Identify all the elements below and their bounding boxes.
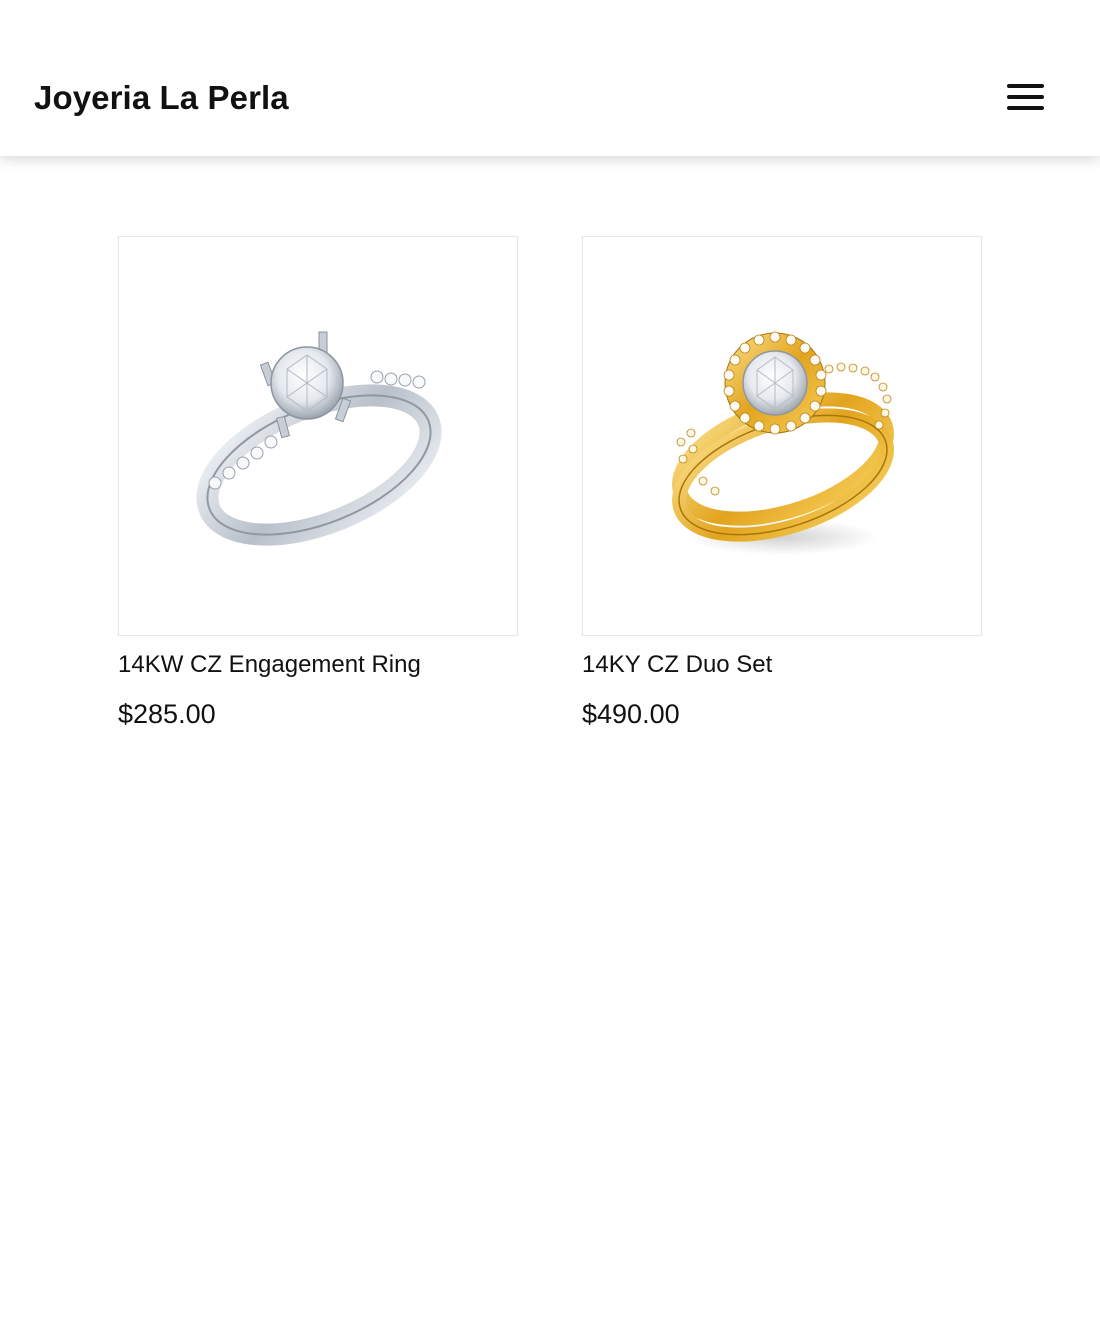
- product-image-yellow-gold-duo-set[interactable]: [582, 236, 982, 636]
- product-card[interactable]: 14KW CZ Engagement Ring $285.00: [118, 236, 518, 730]
- menu-bar-middle: [1007, 95, 1044, 99]
- product-name[interactable]: 14KW CZ Engagement Ring: [118, 650, 518, 680]
- product-name[interactable]: 14KY CZ Duo Set: [582, 650, 982, 680]
- hamburger-menu-icon[interactable]: [1004, 82, 1048, 114]
- product-price: $490.00: [582, 699, 680, 729]
- site-header: Joyeria La Perla: [0, 0, 1100, 156]
- brand-title[interactable]: Joyeria La Perla: [34, 78, 289, 118]
- white-gold-ring-image: [196, 331, 442, 546]
- menu-bar-bottom: [1007, 106, 1044, 110]
- yellow-gold-duo-set-image: [672, 331, 894, 555]
- product-price: $285.00: [118, 699, 216, 729]
- menu-bar-top: [1007, 84, 1044, 88]
- product-image-white-gold-ring[interactable]: [118, 236, 518, 636]
- product-card[interactable]: 14KY CZ Duo Set $490.00: [582, 236, 982, 730]
